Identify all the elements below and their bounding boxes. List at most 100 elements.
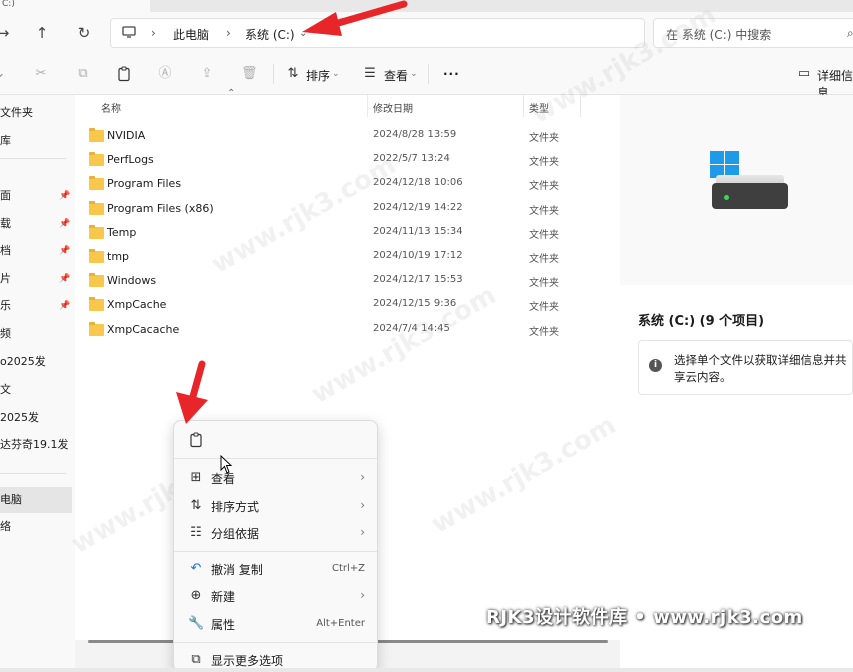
menu-item-label: 分组依据 <box>211 527 260 541</box>
sidebar-item[interactable]: 频 <box>0 321 72 347</box>
file-name: Temp <box>107 226 137 239</box>
column-header-type[interactable]: 类型 <box>529 100 549 115</box>
search-placeholder: 在 系统 (C:) 中搜索 <box>666 28 772 42</box>
file-row[interactable]: NVIDIA 2024/8/28 13:59 文件夹 <box>75 126 620 150</box>
file-type: 文件夹 <box>529 157 559 168</box>
sidebar-item[interactable]: 片 📌 <box>0 266 72 292</box>
sidebar-item[interactable]: 档 📌 <box>0 238 72 264</box>
file-date: 2024/12/15 9:36 <box>373 298 457 309</box>
column-divider <box>580 95 581 117</box>
column-header-name[interactable]: 名称 <box>101 100 121 115</box>
breadcrumb-this-pc[interactable]: 此电脑 <box>173 26 209 43</box>
folder-icon <box>89 249 104 263</box>
sidebar-item[interactable]: 载 📌 <box>0 211 72 237</box>
sidebar-item[interactable]: 乐 📌 <box>0 293 72 319</box>
sidebar-item[interactable]: 文 <box>0 377 72 403</box>
copy-icon[interactable]: ⧉ <box>75 66 91 82</box>
pin-icon: 📌 <box>59 246 71 256</box>
details-pane-icon[interactable]: ▭ <box>796 66 812 82</box>
share-icon[interactable]: ⇪ <box>199 66 215 82</box>
breadcrumb-drive-c[interactable]: 系统 (C:) <box>245 26 295 43</box>
info-icon: i <box>649 359 662 372</box>
paste-menu-icon[interactable] <box>188 432 204 448</box>
search-input[interactable]: 在 系统 (C:) 中搜索 ⌕ <box>653 18 853 48</box>
file-name: PerfLogs <box>107 153 154 166</box>
sort-button[interactable]: 排序 <box>306 67 330 84</box>
file-date: 2022/5/7 13:24 <box>373 153 450 164</box>
file-date: 2024/12/19 14:22 <box>373 202 463 213</box>
watermark-banner: RJK3设计软件库 • www.rjk3.com <box>486 607 803 628</box>
details-title: 系统 (C:) (9 个项目) <box>638 314 765 329</box>
file-row[interactable]: Windows 2024/12/17 15:53 文件夹 <box>75 271 620 295</box>
menu-item-group-by[interactable]: ☷ 分组依据 › <box>180 519 373 547</box>
navigation-bar: → ↑ ↻ › 此电脑 › 系统 (C:) ⌄ 在 系统 (C:) 中搜索 ⌕ <box>0 12 853 54</box>
paste-icon[interactable] <box>116 66 132 82</box>
column-header-date[interactable]: 修改日期 <box>373 100 413 115</box>
file-date: 2024/12/18 10:06 <box>373 177 463 188</box>
file-name: XmpCache <box>107 298 167 311</box>
menu-item-view[interactable]: ⊞ 查看 › <box>180 464 373 492</box>
chevron-right-icon: › <box>360 525 365 539</box>
new-tab-area[interactable] <box>150 0 164 12</box>
sidebar-item-label: 乐 <box>0 299 11 312</box>
cut-icon[interactable]: ✂ <box>33 66 49 82</box>
forward-arrow-icon[interactable]: → <box>0 22 14 44</box>
folder-icon <box>89 152 104 166</box>
file-date: 2024/10/19 17:12 <box>373 250 463 261</box>
sort-chevron-icon: ⌄ <box>332 69 340 79</box>
window-tab[interactable]: C:) <box>0 0 150 12</box>
folder-icon <box>89 225 104 239</box>
sidebar-item-label: 2025发 <box>0 411 39 424</box>
menu-item-undo[interactable]: ↶ 撤消 复制 Ctrl+Z <box>180 555 373 583</box>
menu-item-new[interactable]: ⊕ 新建 › <box>180 582 373 610</box>
bottom-edge <box>0 668 853 672</box>
sidebar-item-label: 面 <box>0 189 11 202</box>
delete-icon[interactable]: 🗑 <box>241 66 258 82</box>
file-row[interactable]: Program Files (x86) 2024/12/19 14:22 文件夹 <box>75 199 620 223</box>
up-arrow-icon[interactable]: ↑ <box>31 22 53 44</box>
sidebar-item[interactable]: 2025发 <box>0 405 72 431</box>
sidebar-item-label: 达芬奇19.1发 <box>0 438 69 451</box>
file-row[interactable]: XmpCacache 2024/7/4 14:45 文件夹 <box>75 320 620 344</box>
folder-icon <box>89 176 104 190</box>
file-row[interactable]: tmp 2024/10/19 17:12 文件夹 <box>75 247 620 271</box>
refresh-icon[interactable]: ↻ <box>73 22 95 44</box>
dropdown-chevron-icon[interactable]: ⌄ <box>0 66 8 82</box>
view-button[interactable]: 查看 <box>384 67 408 84</box>
file-name: NVIDIA <box>107 129 146 142</box>
file-row[interactable]: Temp 2024/11/13 15:34 文件夹 <box>75 223 620 247</box>
folder-icon <box>89 322 104 336</box>
pin-icon: 📌 <box>59 301 71 311</box>
file-row[interactable]: Program Files 2024/12/18 10:06 文件夹 <box>75 174 620 198</box>
menu-item-shortcut: Alt+Enter <box>316 618 365 629</box>
sidebar-item-label: 库 <box>0 134 11 147</box>
sidebar-item[interactable]: o2025发 <box>0 349 72 375</box>
more-options-button[interactable]: ··· <box>443 67 460 81</box>
sidebar-divider <box>0 473 66 474</box>
file-row[interactable]: XmpCache 2024/12/15 9:36 文件夹 <box>75 295 620 319</box>
sidebar-item[interactable]: 达芬奇19.1发 <box>0 432 72 458</box>
sidebar-item[interactable]: 库 <box>0 128 72 154</box>
sidebar-item[interactable]: 文件夹 <box>0 100 72 126</box>
file-type: 文件夹 <box>529 254 559 265</box>
file-row[interactable]: PerfLogs 2022/5/7 13:24 文件夹 <box>75 150 620 174</box>
file-name: Program Files (x86) <box>107 202 214 215</box>
menu-item-properties[interactable]: 🔧 属性 Alt+Enter <box>180 610 373 638</box>
sort-icon[interactable]: ⇅ <box>285 66 301 82</box>
undo-icon: ↶ <box>190 561 202 576</box>
pin-icon: 📌 <box>59 274 71 284</box>
sidebar-item-label: o2025发 <box>0 355 46 368</box>
menu-divider <box>174 458 377 459</box>
column-divider <box>523 95 524 117</box>
sidebar-item[interactable]: 面 📌 <box>0 183 72 209</box>
title-strip: C:) <box>0 0 853 12</box>
rename-icon[interactable]: Ⓐ <box>157 66 173 82</box>
sidebar-item-this-pc[interactable]: 电脑 <box>0 487 72 513</box>
drive-icon <box>712 175 788 209</box>
details-info-box: i 选择单个文件以获取详细信息并共享云内容。 <box>638 340 853 395</box>
details-preview <box>620 95 853 285</box>
menu-item-sort-by[interactable]: ⇅ 排序方式 › <box>180 492 373 520</box>
search-icon: ⌕ <box>847 26 853 40</box>
sidebar-item-network[interactable]: 络 <box>0 514 72 540</box>
view-icon[interactable]: ☰ <box>362 66 378 82</box>
